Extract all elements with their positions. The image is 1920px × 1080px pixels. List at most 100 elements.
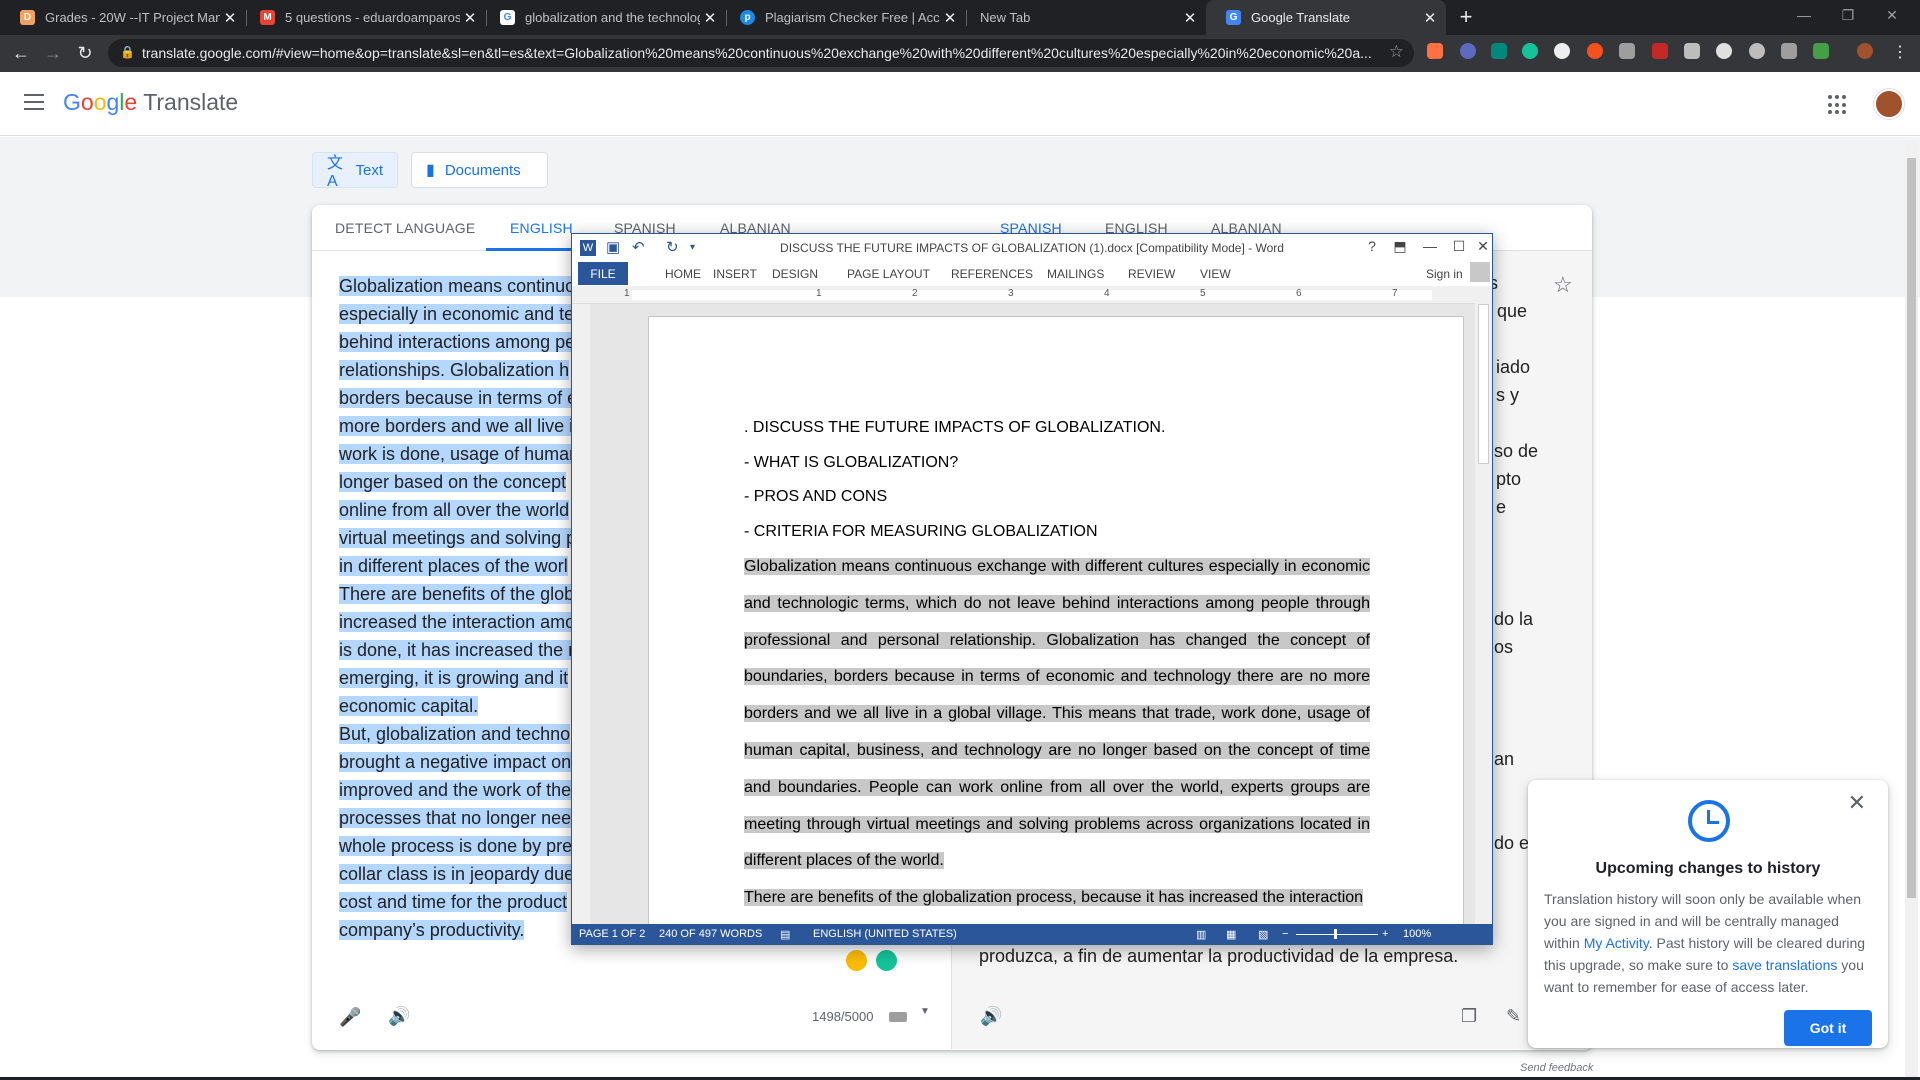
extension-page-icon[interactable]	[1684, 43, 1700, 59]
zoom-in-icon[interactable]: +	[1382, 928, 1388, 940]
help-icon[interactable]: ?	[1360, 238, 1384, 254]
chevron-down-icon[interactable]: ▼	[920, 1006, 930, 1017]
source-lang-english[interactable]: ENGLISH	[510, 220, 573, 236]
extension-screen-icon[interactable]	[1619, 43, 1635, 59]
microphone-icon[interactable]: 🎤	[339, 1007, 361, 1028]
extension-gear-icon[interactable]	[1716, 43, 1732, 59]
close-window-icon[interactable]: ✕	[1870, 0, 1914, 30]
keyboard-icon[interactable]	[889, 1012, 907, 1022]
close-icon[interactable]: ✕	[1180, 9, 1200, 27]
sign-in-link[interactable]: Sign in	[1426, 267, 1463, 281]
grammarly-icon[interactable]	[876, 950, 897, 971]
close-icon[interactable]: ✕	[1848, 790, 1866, 816]
document-canvas[interactable]: . DISCUSS THE FUTURE IMPACTS OF GLOBALIZ…	[590, 304, 1475, 944]
extension-clock-icon[interactable]	[1554, 43, 1570, 59]
scrollbar-thumb[interactable]	[1478, 304, 1489, 464]
close-icon[interactable]: ✕	[1476, 238, 1490, 255]
read-mode-icon[interactable]: ▥	[1196, 928, 1206, 941]
close-icon[interactable]: ✕	[1420, 9, 1440, 27]
send-feedback-link[interactable]: Send feedback	[1520, 1062, 1593, 1074]
extension-sync-icon[interactable]	[1460, 43, 1476, 59]
tab-home[interactable]: HOME	[665, 267, 701, 281]
extension-s-icon[interactable]	[1491, 43, 1507, 59]
tab-review[interactable]: REVIEW	[1128, 267, 1175, 281]
new-tab-button[interactable]: +	[1453, 4, 1479, 30]
zoom-out-icon[interactable]: −	[1282, 928, 1288, 940]
source-text-input[interactable]: Globalization means continuo especially …	[339, 272, 580, 944]
browser-tab-new[interactable]: New Tab ✕	[960, 0, 1206, 35]
detect-language-tab[interactable]: DETECT LANGUAGE	[335, 220, 475, 236]
close-icon[interactable]: ✕	[940, 9, 960, 27]
extension-shield-icon[interactable]	[1813, 43, 1829, 59]
language-indicator[interactable]: ENGLISH (UNITED STATES)	[813, 928, 957, 940]
forward-icon[interactable]: →	[41, 41, 65, 65]
extension-cross-icon[interactable]	[1652, 43, 1668, 59]
ribbon-display-icon[interactable]: ⬒	[1388, 238, 1412, 255]
doc-heading: - CRITERIA FOR MEASURING GLOBALIZATION	[744, 522, 1098, 540]
horizontal-ruler[interactable]: 1 1 2 3 4 5 6 7	[572, 286, 1492, 304]
tab-references[interactable]: REFERENCES	[951, 267, 1033, 281]
extension-bracket-icon[interactable]	[1781, 43, 1797, 59]
save-translation-star-icon[interactable]: ☆	[1553, 272, 1573, 298]
back-icon[interactable]: ←	[9, 41, 33, 65]
scrollbar-thumb[interactable]	[1907, 158, 1916, 898]
source-line: But, globalization and techno	[339, 724, 571, 744]
copy-icon[interactable]: ❐	[1461, 1006, 1477, 1027]
document-body[interactable]: . DISCUSS THE FUTURE IMPACTS OF GLOBALIZ…	[744, 411, 1370, 917]
extension-block-icon[interactable]	[1587, 43, 1603, 59]
target-speaker-icon[interactable]: 🔊	[980, 1006, 1002, 1027]
proofing-icon[interactable]: ▤	[780, 928, 790, 941]
profile-avatar-icon[interactable]	[1857, 43, 1873, 59]
close-icon[interactable]: ✕	[220, 9, 240, 27]
extension-chart-icon[interactable]	[1427, 43, 1443, 59]
zoom-slider-thumb[interactable]	[1334, 929, 1337, 939]
tab-insert[interactable]: INSERT	[713, 267, 757, 281]
main-menu-icon[interactable]	[24, 94, 44, 115]
reload-icon[interactable]: ↻	[73, 41, 97, 65]
close-icon[interactable]: ✕	[460, 9, 480, 27]
user-icon[interactable]	[1470, 262, 1490, 282]
google-translate-logo[interactable]: Google Translate	[63, 89, 238, 116]
tab-file[interactable]: FILE	[578, 262, 628, 285]
address-bar[interactable]: 🔒 translate.google.com/#view=home&op=tra…	[108, 39, 1414, 67]
edit-pencil-icon[interactable]: ✎	[1506, 1006, 1521, 1027]
grammarly-extension-icon[interactable]	[1522, 43, 1538, 59]
browser-tab-grades[interactable]: D Grades - 20W --IT Project Manag ✕	[0, 0, 246, 35]
my-activity-link[interactable]: My Activity	[1584, 935, 1649, 951]
web-layout-icon[interactable]: ▧	[1258, 928, 1268, 941]
close-icon[interactable]: ✕	[700, 9, 720, 27]
google-apps-icon[interactable]	[1828, 95, 1848, 115]
minimize-icon[interactable]: —	[1418, 238, 1442, 254]
page-indicator[interactable]: PAGE 1 OF 2	[579, 928, 645, 940]
maximize-icon[interactable]: ❐	[1826, 0, 1870, 30]
word-vertical-scrollbar[interactable]	[1475, 286, 1492, 926]
bookmark-star-icon[interactable]: ☆	[1389, 42, 1404, 62]
browser-tab-search[interactable]: G globalization and the technology ✕	[480, 0, 726, 35]
page-scrollbar[interactable]	[1905, 140, 1918, 1080]
source-line: economic capital.	[339, 696, 479, 716]
source-speaker-icon[interactable]: 🔊	[388, 1006, 410, 1027]
save-translations-link[interactable]: save translations	[1732, 957, 1837, 973]
tab-design[interactable]: DESIGN	[772, 267, 818, 281]
text-mode-button[interactable]: 文A Text	[312, 152, 398, 190]
vertical-ruler[interactable]	[572, 304, 590, 924]
chrome-menu-icon[interactable]: ⋮	[1888, 41, 1912, 65]
extension-target-icon[interactable]	[1749, 43, 1765, 59]
print-layout-icon[interactable]: ▦	[1226, 928, 1236, 941]
browser-tab-gmail[interactable]: M 5 questions - eduardoamparos@ ✕	[240, 0, 486, 35]
documents-mode-button[interactable]: ▮ Documents	[411, 152, 548, 188]
browser-tab-plagiarism[interactable]: p Plagiarism Checker Free | Accura ✕	[720, 0, 966, 35]
maximize-icon[interactable]: ☐	[1447, 238, 1471, 255]
account-avatar[interactable]	[1874, 89, 1904, 119]
tab-mailings[interactable]: MAILINGS	[1047, 267, 1104, 281]
tab-view[interactable]: VIEW	[1200, 267, 1231, 281]
tab-page-layout[interactable]: PAGE LAYOUT	[847, 267, 930, 281]
document-page[interactable]: . DISCUSS THE FUTURE IMPACTS OF GLOBALIZ…	[648, 316, 1464, 944]
minimize-icon[interactable]: —	[1782, 0, 1826, 30]
browser-tab-translate[interactable]: G Google Translate ✕	[1206, 0, 1446, 35]
emoji-extension-icon[interactable]	[846, 950, 867, 971]
zoom-level[interactable]: 100%	[1403, 928, 1431, 940]
zoom-slider[interactable]	[1296, 934, 1378, 935]
word-count[interactable]: 240 OF 497 WORDS	[659, 928, 762, 940]
got-it-button[interactable]: Got it	[1784, 1010, 1872, 1046]
